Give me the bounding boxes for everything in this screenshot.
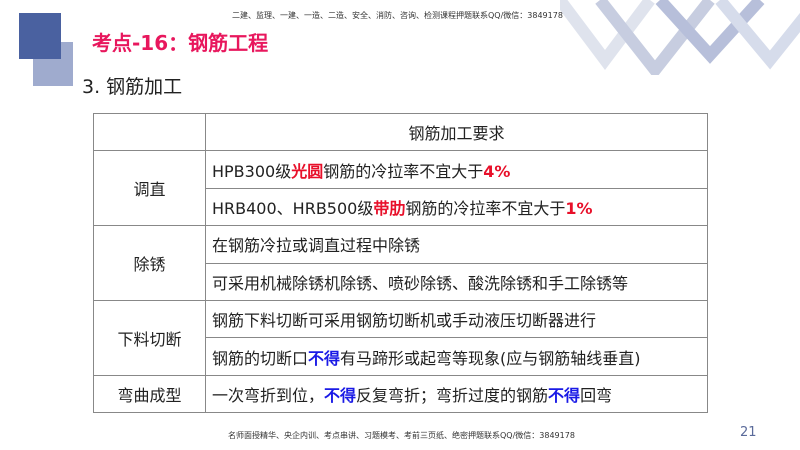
highlight-blue: 不得 [308,348,341,368]
text: HPB300级 [212,161,292,181]
table-row: 弯曲成型 一次弯折到位，不得反复弯折；弯折过度的钢筋不得回弯 [93,374,708,414]
text: 钢筋的切断口 [212,348,309,368]
highlight-blue: 不得 [548,385,581,405]
highlight-red: 4% [483,161,511,181]
group-cell: 弯曲成型 [93,374,206,414]
slide-title: 考点-16：钢筋工程 [92,31,269,55]
highlight-red: 带肋 [373,198,406,218]
table-header-row: 钢筋加工要求 [93,112,708,152]
rebar-processing-table: 钢筋加工要求 调直 HPB300级光圆钢筋的冷拉率不宜大于4% HRB400、H… [93,112,708,414]
highlight-red: 1% [565,198,593,218]
text: 一次弯折到位， [212,385,325,405]
column-header: 钢筋加工要求 [205,112,708,152]
section-heading: 3. 钢筋加工 [82,76,183,98]
group-cell: 下料切断 [93,299,206,376]
requirement-cell: HRB400、HRB500级带肋钢筋的冷拉率不宜大于1% [205,187,708,227]
text: 有马蹄形或起弯等现象(应与钢筋轴线垂直) [340,348,641,368]
top-contact-note: 二建、监理、一建、一造、二造、安全、消防、咨询、检测课程押题联系QQ/微信：38… [232,11,563,20]
group-cell: 除锈 [93,225,206,301]
requirement-cell: 钢筋下料切断可采用钢筋切断机或手动液压切断器进行 [205,299,708,339]
table-row: 下料切断 钢筋下料切断可采用钢筋切断机或手动液压切断器进行 [93,299,708,376]
text: HRB400、HRB500级 [212,198,374,218]
text: 反复弯折；弯折过度的钢筋 [356,385,549,405]
highlight-blue: 不得 [324,385,357,405]
text: 回弯 [580,385,613,405]
page-number: 21 [740,425,757,440]
table-row: 除锈 在钢筋冷拉或调直过程中除锈 [93,225,708,301]
requirement-cell: 一次弯折到位，不得反复弯折；弯折过度的钢筋不得回弯 [205,374,708,414]
footer-contact-note: 名师面授精华、央企内训、考点串讲、习题模考、考前三页纸、绝密押题联系QQ/微信：… [228,431,575,440]
decor-chevron-pattern [560,0,800,75]
text: 钢筋的冷拉率不宜大于 [323,161,484,181]
group-cell: 调直 [93,150,206,227]
requirement-cell: HPB300级光圆钢筋的冷拉率不宜大于4% [205,150,708,189]
decor-square-dark [19,13,61,59]
table-row: 调直 HPB300级光圆钢筋的冷拉率不宜大于4% [93,150,708,227]
requirement-cell: 可采用机械除锈机除锈、喷砂除锈、酸洗除锈和手工除锈等 [205,262,708,301]
requirement-cell: 在钢筋冷拉或调直过程中除锈 [205,225,708,264]
text: 钢筋的冷拉率不宜大于 [405,198,566,218]
highlight-red: 光圆 [291,161,324,181]
requirement-cell: 钢筋的切断口不得有马蹄形或起弯等现象(应与钢筋轴线垂直) [205,337,708,376]
